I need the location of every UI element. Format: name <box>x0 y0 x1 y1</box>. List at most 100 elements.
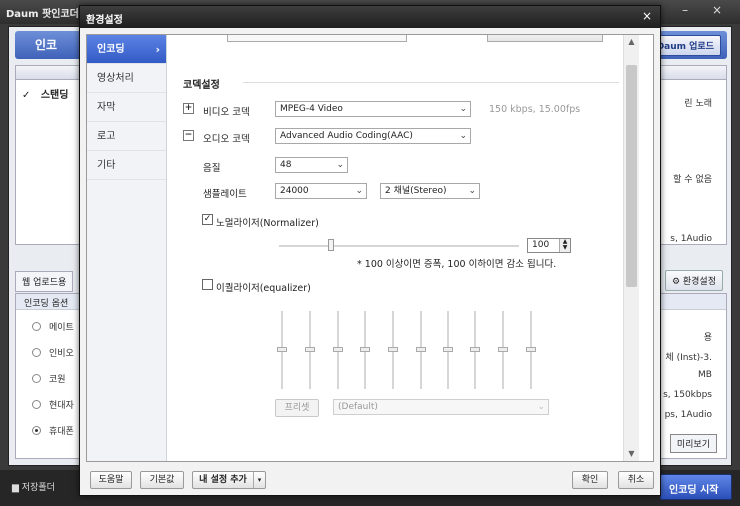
option-radio[interactable]: 현대자 <box>32 398 74 411</box>
eq-band-thumb[interactable] <box>443 347 453 352</box>
option-radio[interactable]: 메이트 <box>32 320 74 333</box>
eq-band-thumb[interactable] <box>416 347 426 352</box>
quality-value: 48 <box>280 160 292 170</box>
file-list-row[interactable]: ✓ 스탠딩 <box>22 86 68 101</box>
option-radio-selected[interactable]: 휴대폰 <box>32 424 74 437</box>
audio-codec-select[interactable]: Advanced Audio Coding(AAC) ⌄ <box>275 128 471 144</box>
collapse-audio-codec-toggle[interactable]: − <box>183 130 194 141</box>
main-app-title[interactable]: Daum 팟인코더 ▾ <box>6 5 87 20</box>
chevron-down-icon: ⌄ <box>468 186 476 196</box>
normalizer-label: 노멀라이저(Normalizer) <box>216 218 319 229</box>
equalizer-checkbox[interactable] <box>202 279 213 290</box>
nav-item-video-processing[interactable]: 영상처리 <box>87 64 166 93</box>
preview-button[interactable]: 미리보기 <box>669 434 717 453</box>
scroll-up-icon[interactable]: ▲ <box>624 35 639 49</box>
chevron-down-icon: ⌄ <box>537 402 545 412</box>
chevron-down-icon: ⌄ <box>355 186 363 196</box>
quality-select[interactable]: 48 ⌄ <box>275 157 348 173</box>
eq-band-thumb[interactable] <box>333 347 343 352</box>
dropdown-arrow-icon[interactable]: ▾ <box>253 472 265 488</box>
eq-band-thumb[interactable] <box>305 347 315 352</box>
main-window-controls[interactable]: – × <box>682 3 732 17</box>
option-label: 메이트 <box>49 323 74 333</box>
save-folder-button[interactable]: ▆ 저장폴더 <box>12 480 55 493</box>
eq-band-thumb[interactable] <box>526 347 536 352</box>
dialog-title: 환경설정 <box>86 15 123 26</box>
start-encoding-button[interactable]: 인코딩 시작 <box>660 474 732 500</box>
tab-web-upload[interactable]: 웹 업로드용 <box>15 271 74 292</box>
option-info: 체 (Inst)-3. <box>665 353 712 363</box>
scroll-down-icon[interactable]: ▼ <box>624 447 639 461</box>
add-my-settings-label: 내 설정 추가 <box>199 475 247 485</box>
checkmark-icon: ✓ <box>203 214 212 224</box>
video-codec-info: 150 kbps, 15.00fps <box>489 104 581 115</box>
dialog-titlebar[interactable]: 환경설정 × <box>80 6 660 28</box>
partially-hidden-button[interactable] <box>487 35 603 42</box>
eq-band-thumb[interactable] <box>498 347 508 352</box>
option-label: 휴대폰 <box>49 427 74 437</box>
normalizer-value-spinner[interactable]: 100 ▲ ▼ <box>527 238 571 253</box>
cancel-button[interactable]: 취소 <box>618 471 654 489</box>
help-button[interactable]: 도움말 <box>90 471 132 489</box>
nav-item-label: 인코딩 <box>97 44 125 55</box>
expand-video-codec-toggle[interactable]: + <box>183 103 194 114</box>
defaults-button[interactable]: 기본값 <box>140 471 184 489</box>
preset-button[interactable]: 프리셋 <box>275 399 319 417</box>
normalizer-slider-track[interactable] <box>279 245 519 247</box>
option-info: s, 150kbps <box>663 390 712 400</box>
nav-item-subtitles[interactable]: 자막 <box>87 93 166 122</box>
chevron-down-icon: ⌄ <box>459 131 467 141</box>
settings-nav: 인코딩 › 영상처리 자막 로고 기타 <box>87 35 167 461</box>
option-label: 인비오 <box>49 349 74 359</box>
option-info: ps, 1Audio <box>664 410 712 420</box>
preset-tabs: 웹 업로드용 <box>15 271 74 292</box>
option-radio[interactable]: 인비오 <box>32 346 74 359</box>
settings-button-label: 환경설정 <box>682 277 716 287</box>
video-codec-value: MPEG-4 Video <box>280 104 343 114</box>
normalizer-hint: * 100 이상이면 증폭, 100 이하이면 감소 됩니다. <box>357 259 557 270</box>
nav-item-other[interactable]: 기타 <box>87 151 166 180</box>
section-divider <box>243 82 619 83</box>
nav-item-encoding[interactable]: 인코딩 › <box>87 35 166 64</box>
video-codec-select[interactable]: MPEG-4 Video ⌄ <box>275 101 471 117</box>
sample-rate-label: 샘플레이트 <box>203 189 247 200</box>
settings-dialog: 환경설정 × 인코딩 › 영상처리 자막 로고 기타 코덱설정 + 비디오 코덱… <box>79 5 661 496</box>
spinner-arrows-icon[interactable]: ▲ ▼ <box>559 239 570 252</box>
equalizer-label: 이퀄라이저(equalizer) <box>216 283 311 294</box>
radio-icon[interactable] <box>32 348 41 357</box>
close-icon[interactable]: × <box>642 9 652 23</box>
preset-select[interactable]: (Default) ⌄ <box>333 399 549 415</box>
file-info-text: 할 수 없음 <box>673 175 712 185</box>
eq-band-thumb[interactable] <box>388 347 398 352</box>
eq-band-thumb[interactable] <box>277 347 287 352</box>
ok-button[interactable]: 확인 <box>572 471 608 489</box>
radio-icon[interactable] <box>32 322 41 331</box>
normalizer-checkbox[interactable]: ✓ <box>202 214 213 225</box>
partially-hidden-select[interactable] <box>227 35 407 42</box>
file-info-text: s, 1Audio <box>670 234 712 244</box>
sample-rate-select[interactable]: 24000 ⌄ <box>275 183 367 199</box>
eq-band-thumb[interactable] <box>360 347 370 352</box>
file-name: 스탠딩 <box>40 90 69 101</box>
video-codec-label: 비디오 코덱 <box>203 107 250 118</box>
radio-icon[interactable] <box>32 374 41 383</box>
radio-icon[interactable] <box>32 400 41 409</box>
channels-value: 2 채널(Stereo) <box>385 186 447 196</box>
audio-codec-value: Advanced Audio Coding(AAC) <box>280 131 413 141</box>
channels-select[interactable]: 2 채널(Stereo) ⌄ <box>380 183 480 199</box>
radio-selected-icon[interactable] <box>32 426 41 435</box>
preset-value: (Default) <box>338 402 378 412</box>
option-radio[interactable]: 코원 <box>32 372 66 385</box>
checkbox-check-icon[interactable]: ✓ <box>22 90 30 101</box>
chevron-down-icon: ⌄ <box>336 160 344 170</box>
sample-rate-value: 24000 <box>280 186 309 196</box>
option-label: 코원 <box>49 375 66 385</box>
eq-band-thumb[interactable] <box>470 347 480 352</box>
vertical-scrollbar[interactable]: ▲ ▼ <box>623 35 639 461</box>
normalizer-slider-thumb[interactable] <box>328 239 334 251</box>
settings-button[interactable]: ⚙ 환경설정 <box>664 270 723 291</box>
scrollbar-thumb[interactable] <box>626 65 637 287</box>
dialog-body: 인코딩 › 영상처리 자막 로고 기타 코덱설정 + 비디오 코덱 MPEG-4… <box>86 34 654 462</box>
add-my-settings-button[interactable]: 내 설정 추가 ▾ <box>192 471 266 489</box>
nav-item-logo[interactable]: 로고 <box>87 122 166 151</box>
